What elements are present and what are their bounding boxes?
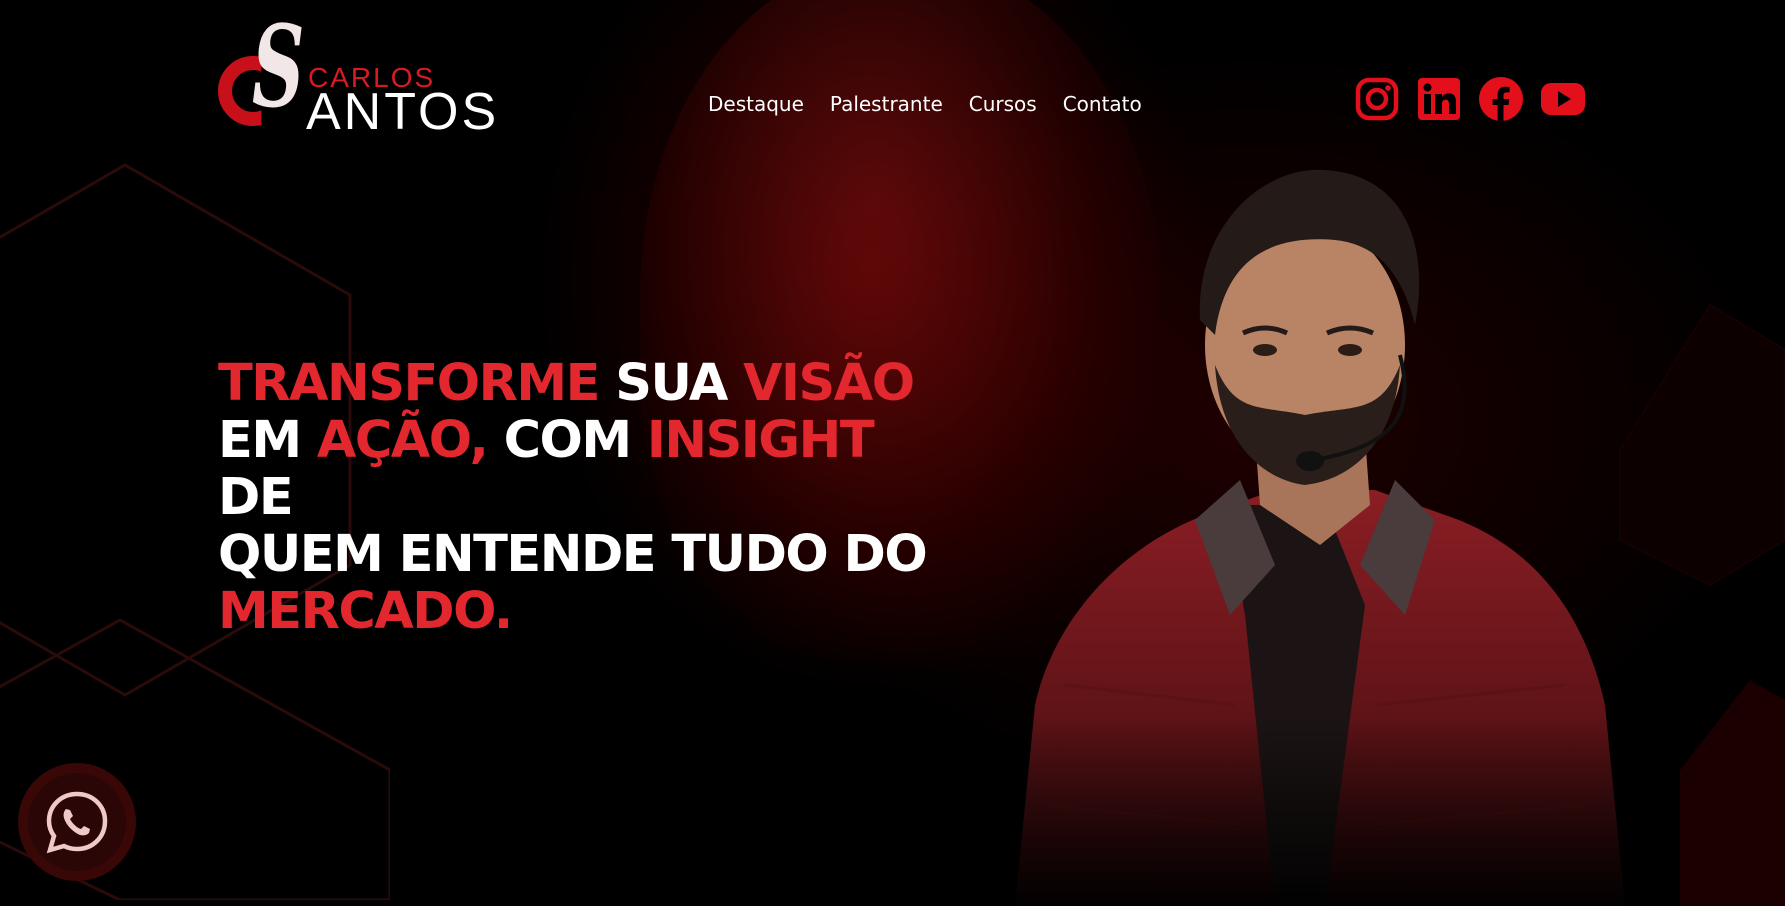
logo-s-mark: S	[252, 2, 305, 133]
hero-word: EM	[218, 411, 302, 470]
logo-last-name: ANTOS	[306, 83, 500, 141]
hero-word: TRANSFORME	[218, 354, 601, 413]
instagram-icon[interactable]	[1353, 76, 1401, 122]
whatsapp-icon	[46, 791, 108, 854]
nav-item-palestrante[interactable]: Palestrante	[830, 92, 943, 116]
hero-word: QUEM ENTENDE TUDO DO	[218, 525, 928, 584]
hero-word: VISÃO	[743, 354, 915, 413]
hero-word: AÇÃO,	[316, 411, 489, 470]
social-links	[1353, 76, 1587, 122]
speaker-photo	[975, 145, 1635, 906]
hero-word: INSIGHT	[646, 411, 875, 470]
linkedin-icon[interactable]	[1415, 76, 1463, 122]
hero-word: DE	[218, 468, 294, 527]
whatsapp-button[interactable]	[18, 763, 136, 881]
brand-logo[interactable]: S CARLOS ANTOS	[216, 2, 536, 138]
nav-item-cursos[interactable]: Cursos	[969, 92, 1037, 116]
main-nav: Destaque Palestrante Cursos Contato	[708, 92, 1142, 116]
youtube-icon[interactable]	[1539, 76, 1587, 122]
hero-word: MERCADO.	[218, 582, 513, 641]
nav-item-destaque[interactable]: Destaque	[708, 92, 804, 116]
nav-item-contato[interactable]: Contato	[1063, 92, 1142, 116]
hero-word: SUA	[615, 354, 728, 413]
facebook-icon[interactable]	[1477, 76, 1525, 122]
hero-headline: TRANSFORME SUA VISÃO EM AÇÃO, COM INSIGH…	[218, 355, 938, 640]
hero-word: COM	[503, 411, 633, 470]
